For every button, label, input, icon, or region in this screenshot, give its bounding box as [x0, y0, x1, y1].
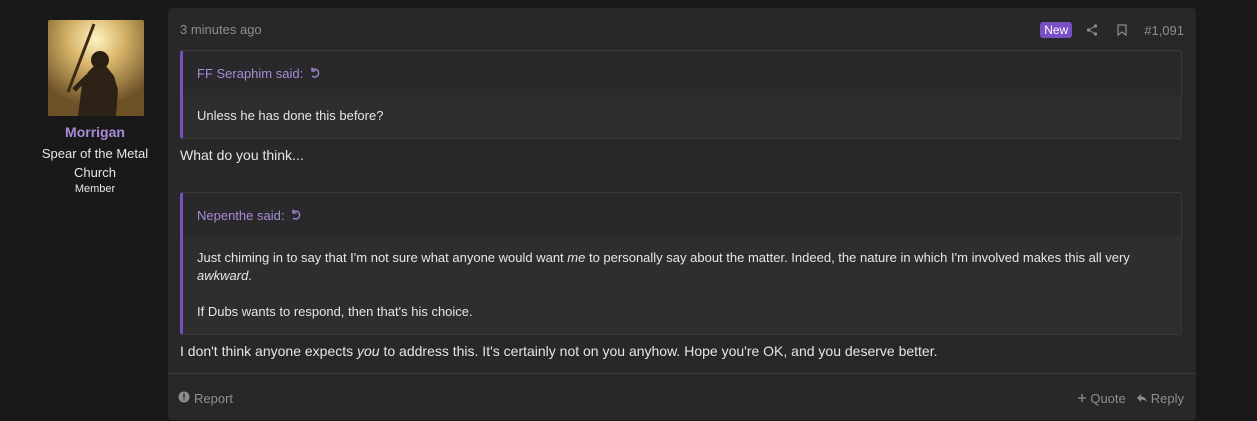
quote-button[interactable]: Quote [1077, 391, 1126, 406]
username[interactable]: Morrigan [0, 124, 190, 140]
quote-block: FF Seraphim said: Unless he has done thi… [180, 50, 1182, 139]
user-title: Spear of the Metal Church [41, 146, 149, 180]
quote-block: Nepenthe said: Just chiming in to say th… [180, 192, 1182, 335]
arrow-up-icon[interactable] [290, 209, 302, 221]
quote-header[interactable]: Nepenthe said: [183, 193, 1181, 237]
reply-label: Reply [1150, 391, 1184, 406]
plus-icon [1077, 391, 1087, 406]
post-number[interactable]: #1,091 [1144, 23, 1184, 38]
new-badge: New [1040, 22, 1073, 38]
user-role: Member [74, 183, 116, 195]
quote-body: Unless he has done this before? [183, 95, 1181, 137]
post: 3 minutes ago New #1,091 FF Seraphim sai… [168, 8, 1196, 420]
reply-button[interactable]: Reply [1136, 391, 1184, 406]
arrow-up-icon[interactable] [309, 67, 321, 79]
quote-header[interactable]: FF Seraphim said: [183, 51, 1181, 95]
quote-text: If Dubs wants to respond, then that's hi… [197, 304, 473, 319]
quote-body: Just chiming in to say that I'm not sure… [183, 237, 1181, 333]
avatar[interactable] [48, 20, 144, 116]
alert-circle-icon [178, 391, 190, 406]
reply-icon [1136, 391, 1148, 406]
post-timestamp[interactable]: 3 minutes ago [180, 22, 262, 37]
report-label: Report [194, 391, 234, 406]
bookmark-icon[interactable] [1114, 22, 1130, 38]
quote-author[interactable]: Nepenthe said: [197, 208, 284, 223]
divider [168, 373, 1196, 374]
report-button[interactable]: Report [178, 391, 233, 406]
message-text: What do you think... [180, 147, 304, 163]
quote-text: Unless he has done this before? [197, 108, 384, 123]
quote-label: Quote [1090, 391, 1126, 406]
post-actions: New #1,091 [1040, 22, 1184, 38]
quote-author[interactable]: FF Seraphim said: [197, 66, 303, 81]
share-icon[interactable] [1084, 22, 1100, 38]
message-text: I don't think anyone expects you to addr… [180, 343, 938, 359]
quote-text: Just chiming in to say that I'm not sure… [197, 250, 1130, 283]
footer-actions: Quote Reply [1077, 391, 1184, 406]
